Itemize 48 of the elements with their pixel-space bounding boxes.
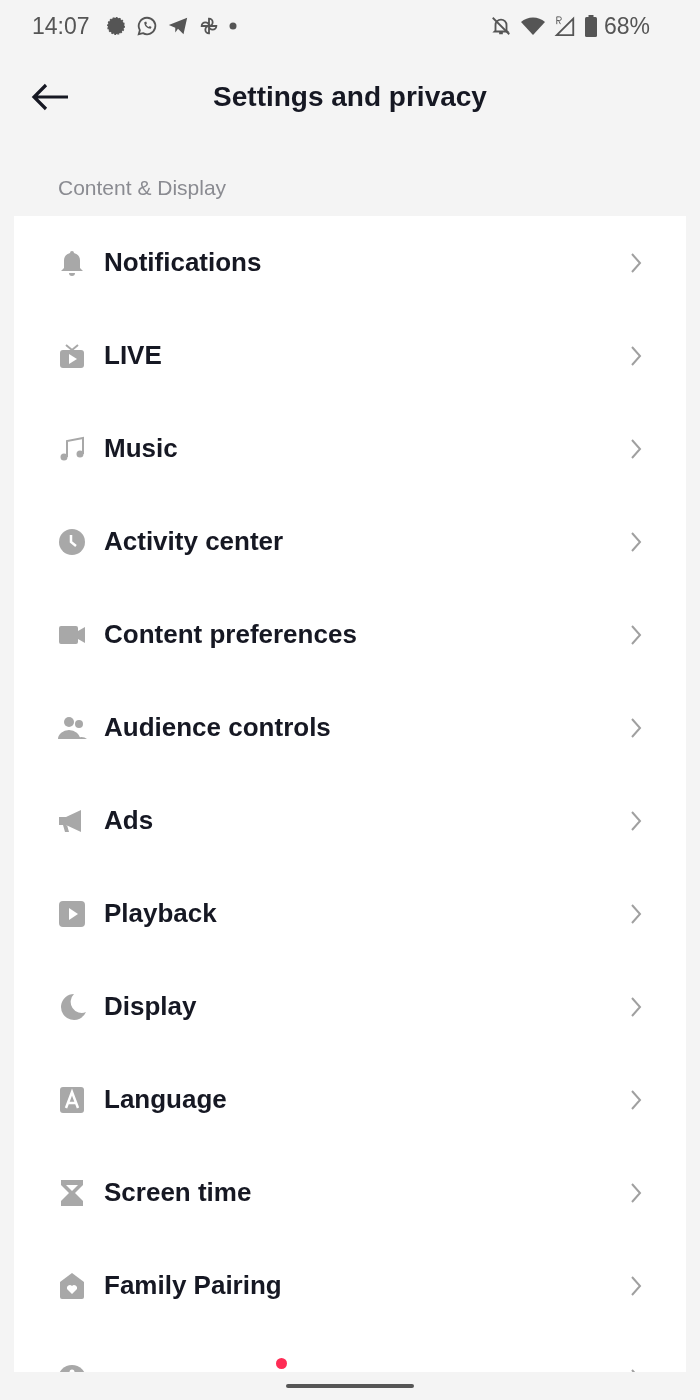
gesture-handle[interactable]: [286, 1384, 414, 1388]
settings-row[interactable]: Content preferences: [14, 588, 686, 681]
wifi-icon: [520, 16, 545, 36]
chevron-icon: [630, 716, 642, 739]
row-label: Music: [104, 433, 178, 464]
settings-row[interactable]: Notifications: [14, 216, 686, 309]
settings-row[interactable]: Playback: [14, 867, 686, 960]
row-label: Activity center: [104, 526, 284, 557]
chevron-icon: [630, 437, 642, 460]
chevron-icon: [630, 1181, 642, 1204]
battery-percentage: 68%: [603, 12, 650, 40]
signal-icon: [553, 15, 576, 37]
settings-row[interactable]: Audience controls: [14, 681, 686, 774]
row-label: Notifications: [104, 247, 262, 278]
settings-row[interactable]: Display: [14, 960, 686, 1053]
settings-row[interactable]: Language: [14, 1053, 686, 1146]
row-label: Audience controls: [104, 712, 331, 743]
row-label: Screen time: [104, 1177, 252, 1208]
row-label: LIVE: [104, 340, 162, 371]
chevron-icon: [630, 902, 642, 925]
chevron-icon: [630, 530, 642, 553]
row-label: Content preferences: [104, 619, 357, 650]
muted-bell-icon: [489, 15, 512, 37]
status-time: 14:07: [32, 12, 90, 40]
settings-row[interactable]: Screen time: [14, 1146, 686, 1239]
settings-row[interactable]: Family Pairing: [14, 1239, 686, 1332]
settings-row[interactable]: Activity center: [14, 495, 686, 588]
row-label: Ads: [104, 805, 154, 836]
settings-row[interactable]: Music: [14, 402, 686, 495]
chevron-icon: [630, 251, 642, 274]
settings-row[interactable]: Ads: [14, 774, 686, 867]
chevron-icon: [630, 344, 642, 367]
chevron-icon: [630, 623, 642, 646]
settings-row[interactable]: LIVE: [14, 309, 686, 402]
row-label: Language: [104, 1084, 227, 1115]
battery-icon: [584, 15, 597, 37]
phone-bubble-icon: [135, 15, 158, 37]
chevron-icon: [630, 1088, 642, 1111]
row-label: Display: [104, 991, 197, 1022]
dot-icon: [228, 22, 237, 30]
chevron-icon: [630, 995, 642, 1018]
section-heading: Content & Display: [57, 175, 228, 201]
chat-bubble-icon: [104, 15, 127, 37]
chevron-icon: [630, 1274, 642, 1297]
page-title: Settings and privacy: [213, 81, 487, 113]
row-label: Playback: [104, 898, 217, 929]
row-label: Family Pairing: [104, 1270, 282, 1301]
chevron-icon: [630, 809, 642, 832]
